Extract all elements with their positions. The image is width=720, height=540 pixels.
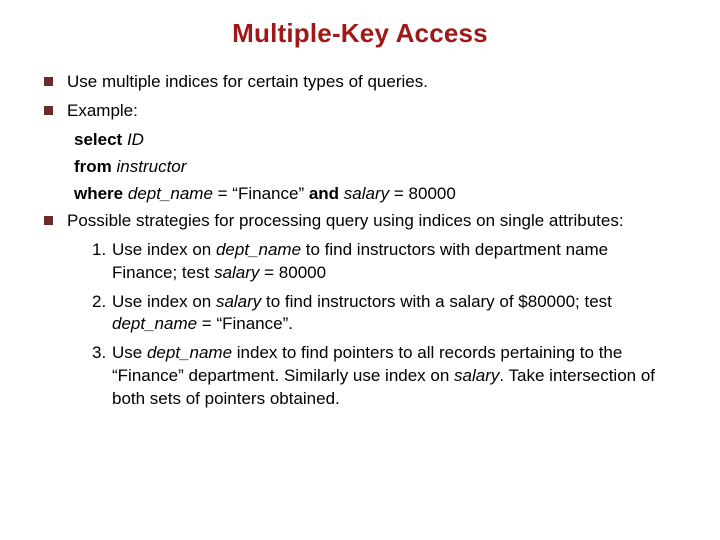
col-salary: salary xyxy=(344,184,389,203)
t: Use index on xyxy=(112,292,216,311)
list-body: Use index on dept_name to find instructo… xyxy=(112,239,676,285)
col-deptname: dept_name xyxy=(128,184,213,203)
bullet-3: Possible strategies for processing query… xyxy=(44,210,676,233)
eq-finance: = “Finance” xyxy=(213,184,309,203)
t: = 80000 xyxy=(259,263,326,282)
list-number: 1. xyxy=(92,239,112,285)
list-body: Use dept_name index to find pointers to … xyxy=(112,342,676,411)
sql-from: from instructor xyxy=(74,156,676,179)
bullet-1: Use multiple indices for certain types o… xyxy=(44,71,676,94)
bullet-text: Possible strategies for processing query… xyxy=(67,210,624,233)
col-deptname: dept_name xyxy=(112,314,197,333)
bullet-text: Use multiple indices for certain types o… xyxy=(67,71,428,94)
sql-select: select ID xyxy=(74,129,676,152)
list-number: 3. xyxy=(92,342,112,411)
kw-where: where xyxy=(74,184,128,203)
t: Use index on xyxy=(112,240,216,259)
bullet-text: Example: xyxy=(67,100,138,123)
col-salary: salary xyxy=(214,263,259,282)
col-id: ID xyxy=(127,130,144,149)
list-item: 3. Use dept_name index to find pointers … xyxy=(92,342,676,411)
sql-where: where dept_name = “Finance” and salary =… xyxy=(74,183,676,206)
bullet-icon xyxy=(44,106,53,115)
eq-80000: = 80000 xyxy=(389,184,456,203)
list-item: 1. Use index on dept_name to find instru… xyxy=(92,239,676,285)
list-body: Use index on salary to find instructors … xyxy=(112,291,676,337)
col-salary: salary xyxy=(216,292,261,311)
strategy-list: 1. Use index on dept_name to find instru… xyxy=(92,239,676,412)
kw-and: and xyxy=(309,184,344,203)
kw-from: from xyxy=(74,157,117,176)
bullet-icon xyxy=(44,77,53,86)
col-deptname: dept_name xyxy=(147,343,232,362)
t: Use xyxy=(112,343,147,362)
slide: Multiple-Key Access Use multiple indices… xyxy=(0,0,720,411)
list-number: 2. xyxy=(92,291,112,337)
t: = “Finance”. xyxy=(197,314,293,333)
bullet-icon xyxy=(44,216,53,225)
slide-title: Multiple-Key Access xyxy=(44,18,676,49)
list-item: 2. Use index on salary to find instructo… xyxy=(92,291,676,337)
kw-select: select xyxy=(74,130,127,149)
t: to find instructors with a salary of $80… xyxy=(261,292,612,311)
tbl-instructor: instructor xyxy=(117,157,187,176)
col-deptname: dept_name xyxy=(216,240,301,259)
bullet-2: Example: xyxy=(44,100,676,123)
col-salary: salary xyxy=(454,366,499,385)
